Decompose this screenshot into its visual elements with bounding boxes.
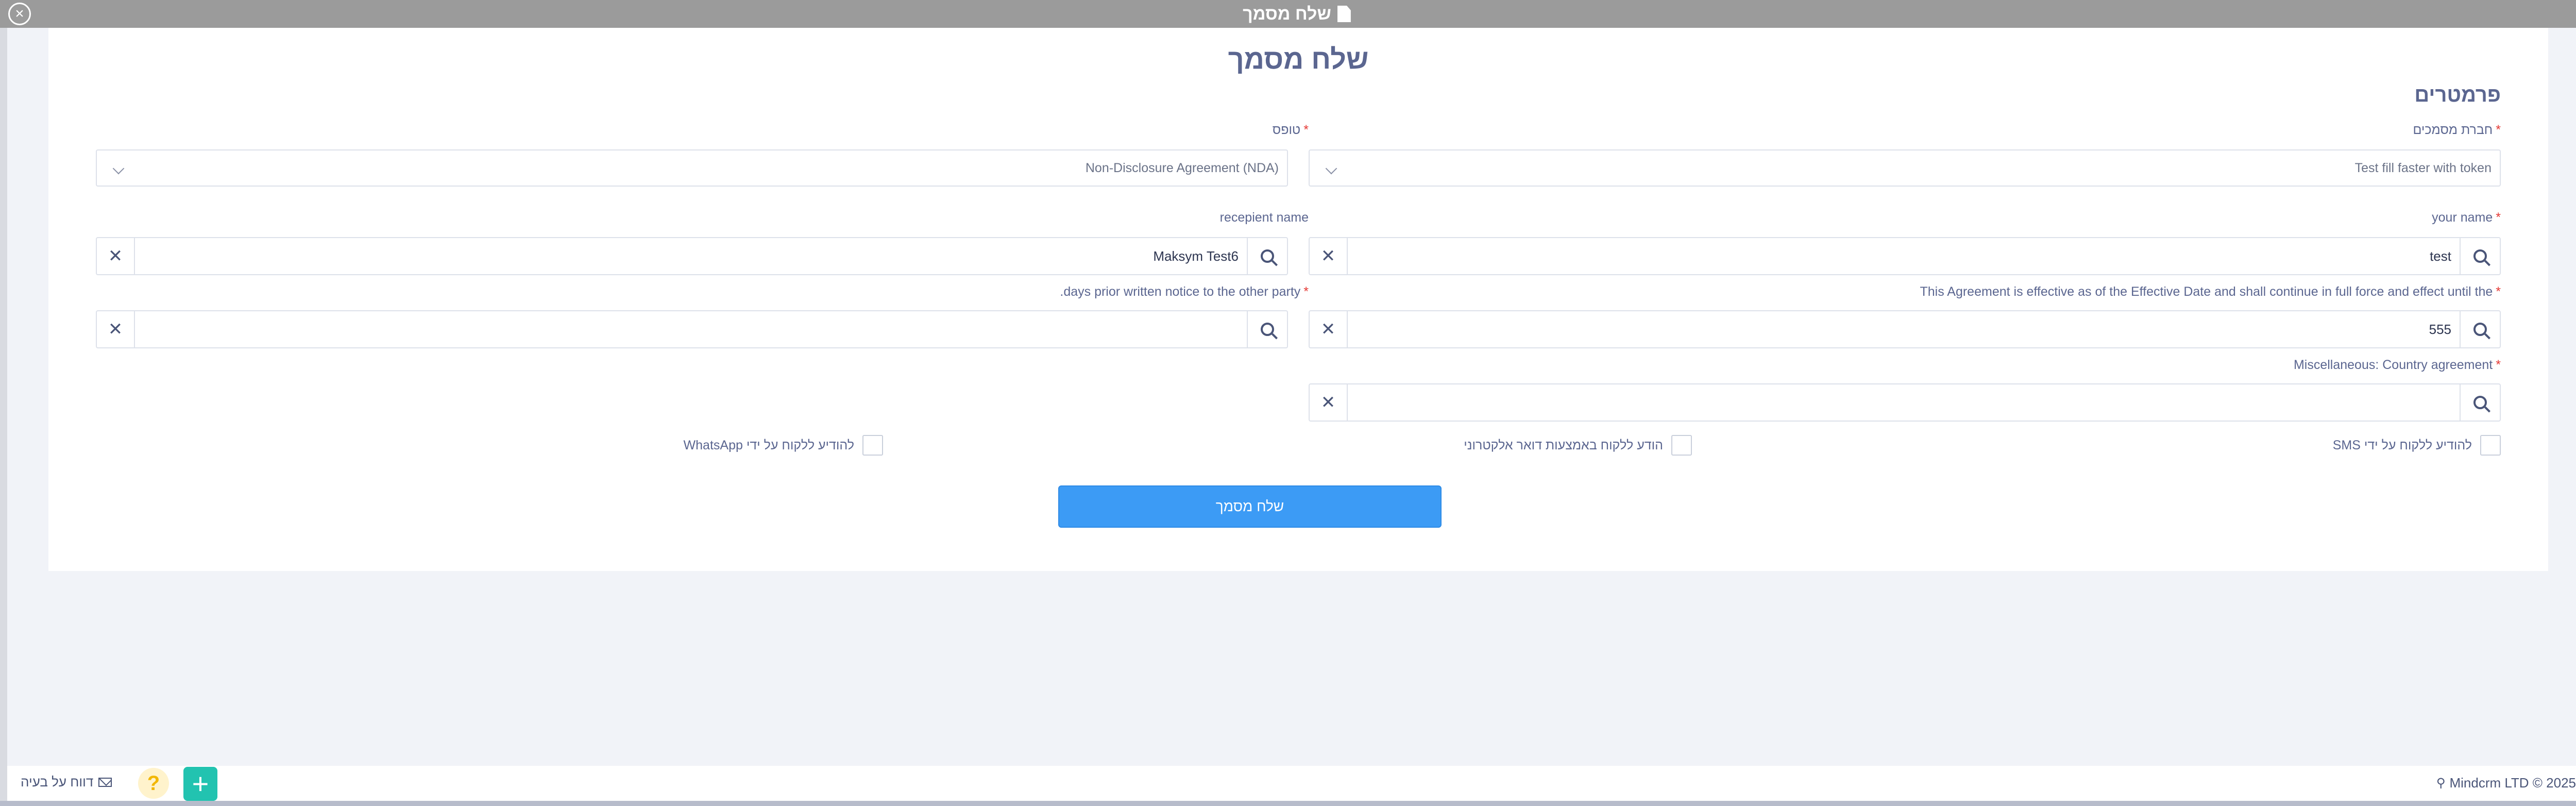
required-marker: *: [1303, 123, 1309, 137]
notify-sms-option: להודיע ללקוח על ידי SMS: [2333, 435, 2501, 456]
notify-email-option: הודע ללקוח באמצעות דואר אלקטרוני: [1464, 435, 1692, 456]
report-issue-label: דווח על בעיה: [21, 774, 94, 790]
footer-bar: דווח על בעיה ? + ⚲ Mindcrm LTD © 2025: [7, 766, 2576, 801]
notify-whatsapp-option: להודיע ללקוח על ידי WhatsApp: [684, 435, 883, 456]
clear-icon[interactable]: ✕: [97, 238, 135, 274]
country-agreement-label: *Miscellaneous: Country agreement: [2294, 358, 2501, 373]
search-button[interactable]: [2460, 238, 2500, 274]
notify-sms-checkbox[interactable]: [2480, 435, 2501, 456]
search-icon: [2473, 249, 2487, 263]
required-marker: *: [1303, 284, 1309, 299]
file-icon: [1337, 6, 1351, 22]
notify-whatsapp-label: להודיע ללקוח על ידי WhatsApp: [683, 438, 854, 452]
required-marker: *: [2496, 123, 2501, 137]
required-marker: *: [2496, 284, 2501, 299]
your-name-field: ✕: [1309, 237, 2501, 275]
your-name-label-text: your name: [2432, 210, 2493, 225]
copyright: ⚲ Mindcrm LTD © 2025: [2436, 775, 2576, 791]
effective-until-field: ✕: [1309, 310, 2501, 348]
notify-email-label: הודע ללקוח באמצעות דואר אלקטרוני: [1464, 438, 1663, 452]
notify-sms-label: להודיע ללקוח על ידי SMS: [2332, 438, 2472, 452]
left-scroll-strip: [0, 28, 7, 801]
template-label-text: טופס: [1272, 123, 1301, 137]
notify-whatsapp-checkbox[interactable]: [862, 435, 883, 456]
template-label: *טופס: [1273, 123, 1309, 138]
clear-icon[interactable]: ✕: [1310, 238, 1348, 274]
send-document-button[interactable]: שלח מסמך: [1058, 485, 1442, 528]
chevron-down-icon: [112, 162, 125, 175]
search-icon: [2473, 396, 2487, 409]
chevron-down-icon: [1325, 162, 1337, 175]
add-button[interactable]: +: [183, 767, 217, 801]
recipient-name-label: recepient name: [1219, 210, 1309, 225]
company-label: *חברת מסמכים: [2413, 123, 2501, 138]
country-agreement-input[interactable]: [1348, 384, 2460, 421]
bottom-edge: [0, 801, 2576, 806]
binoculars-icon: ⚲: [2436, 776, 2446, 790]
clear-icon[interactable]: ✕: [97, 311, 135, 347]
template-select[interactable]: Non-Disclosure Agreement (NDA): [96, 149, 1288, 187]
modal-title: שלח מסמך: [1243, 4, 1351, 24]
report-issue-link[interactable]: דווח על בעיה: [21, 774, 112, 790]
modal-title-bar: שלח מסמך ×: [0, 0, 2576, 28]
your-name-label: *your name: [2432, 210, 2501, 225]
notice-days-input[interactable]: [135, 311, 1247, 347]
required-marker: *: [2496, 358, 2501, 372]
page-title: שלח מסמך: [1228, 44, 1369, 75]
envelope-icon: [98, 777, 112, 787]
search-button[interactable]: [1247, 311, 1287, 347]
search-button[interactable]: [2460, 311, 2500, 347]
clear-icon[interactable]: ✕: [1310, 384, 1348, 421]
effective-until-label: *This Agreement is effective as of the E…: [1920, 284, 2501, 299]
template-select-value: Non-Disclosure Agreement (NDA): [1085, 160, 1279, 175]
notice-days-label: *days prior written notice to the other …: [1060, 284, 1309, 299]
search-icon: [1261, 323, 1274, 336]
modal-title-text: שלח מסמך: [1243, 4, 1331, 24]
copyright-text: Mindcrm LTD © 2025: [2449, 775, 2576, 791]
section-title: פרמטרים: [2414, 83, 2501, 106]
notify-email-checkbox[interactable]: [1671, 435, 1692, 456]
form-card: שלח מסמך פרמטרים *חברת מסמכים *טופס Test…: [48, 28, 2548, 571]
search-icon: [2473, 323, 2487, 336]
company-select[interactable]: Test fill faster with token: [1309, 149, 2501, 187]
your-name-input[interactable]: [1348, 238, 2460, 274]
required-marker: *: [2496, 210, 2501, 225]
company-label-text: חברת מסמכים: [2413, 123, 2493, 137]
recipient-name-input[interactable]: [135, 238, 1247, 274]
country-agreement-label-text: Miscellaneous: Country agreement: [2293, 358, 2493, 372]
recipient-name-field: ✕: [96, 237, 1288, 275]
search-button[interactable]: [1247, 238, 1287, 274]
search-button[interactable]: [2460, 384, 2500, 421]
help-button[interactable]: ?: [138, 768, 169, 799]
clear-icon[interactable]: ✕: [1310, 311, 1348, 347]
close-icon[interactable]: ×: [8, 3, 31, 25]
search-icon: [1261, 249, 1274, 263]
country-agreement-field: ✕: [1309, 383, 2501, 422]
notice-days-field: ✕: [96, 310, 1288, 348]
notice-days-label-text: days prior written notice to the other p…: [1060, 284, 1301, 299]
company-select-value: Test fill faster with token: [2354, 160, 2492, 175]
effective-until-input[interactable]: [1348, 311, 2460, 347]
effective-until-label-text: This Agreement is effective as of the Ef…: [1920, 284, 2493, 299]
